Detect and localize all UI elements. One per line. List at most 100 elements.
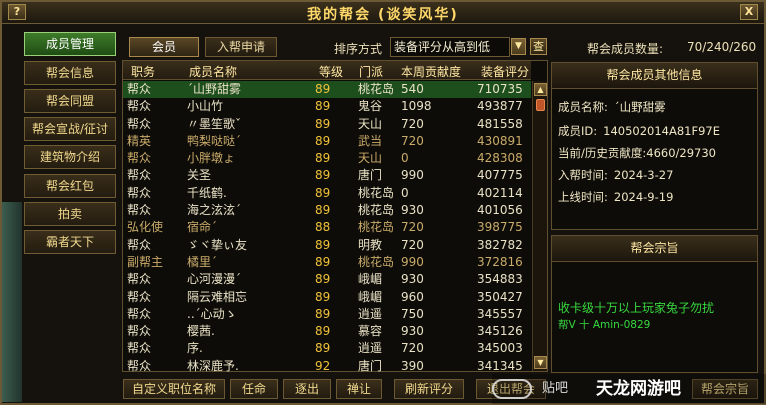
table-row[interactable]: 帮众 樱茜. 89 慕容 930 345126 xyxy=(123,323,531,340)
sidebar-item-guild-info[interactable]: 帮会信息 xyxy=(24,61,116,85)
member-contribution: 540 xyxy=(401,82,424,96)
table-row[interactable]: 副帮主 橘里ˊ 89 桃花岛 990 372816 xyxy=(123,254,531,271)
expel-button[interactable]: 逐出 xyxy=(283,379,331,399)
member-info-title: 帮会成员其他信息 xyxy=(552,63,757,89)
table-row[interactable]: 帮众 〃墨笙歌ˇ 89 天山 720 481558 xyxy=(123,116,531,133)
custom-position-name-button[interactable]: 自定义职位名称 xyxy=(123,379,225,399)
table-header: 职务 成员名称 等级 门派 本周贡献度 装备评分 xyxy=(123,61,531,80)
refresh-score-button[interactable]: 刷新评分 xyxy=(394,379,464,399)
table-row[interactable]: 帮众 序. 89 逍遥 720 345003 xyxy=(123,340,531,357)
guild-window: ? 我的帮会 (谈笑风华) X 成员管理 帮会信息 帮会同盟 帮会宣战/征讨 建… xyxy=(0,0,766,405)
table-row[interactable]: 帮众 ˊ山野甜雾 89 桃花岛 540 710735 xyxy=(123,81,531,99)
member-level: 89 xyxy=(315,151,331,166)
member-name: ..ˊ心动ゝ xyxy=(187,306,237,321)
member-name: 橘里ˊ xyxy=(187,254,218,269)
member-sect: 唐门 xyxy=(358,358,383,373)
member-name: 隔云难相忘 xyxy=(187,289,248,304)
table-row[interactable]: 帮众 ..ˊ心动ゝ 89 逍遥 750 345557 xyxy=(123,306,531,323)
sidebar-item-buildings[interactable]: 建筑物介绍 xyxy=(24,145,116,169)
table-scrollbar[interactable]: ▲ ▼ xyxy=(532,81,547,371)
table-row[interactable]: 帮众 ゞヾ挚ぃ友 89 明教 720 382782 xyxy=(123,237,531,254)
column-header-contribution[interactable]: 本周贡献度 xyxy=(401,63,461,80)
abdicate-button[interactable]: 禅让 xyxy=(336,379,382,399)
table-row[interactable]: 帮众 林深鹿予. 92 唐门 390 341345 xyxy=(123,358,531,375)
table-row[interactable]: 帮众 千纸鹤. 89 桃花岛 0 402114 xyxy=(123,185,531,202)
scroll-down-icon[interactable]: ▼ xyxy=(534,356,547,369)
tab-members[interactable]: 会员 xyxy=(129,37,199,57)
sidebar-item-guild-alliance[interactable]: 帮会同盟 xyxy=(24,89,116,113)
member-count-label: 帮会成员数量: xyxy=(587,42,664,56)
member-sect: 峨嵋 xyxy=(358,272,383,287)
column-header-score[interactable]: 装备评分 xyxy=(481,63,529,80)
member-score: 350427 xyxy=(477,289,523,304)
member-sect: 天山 xyxy=(358,151,383,166)
member-level: 89 xyxy=(315,306,331,321)
sidebar-item-overlord[interactable]: 霸者天下 xyxy=(24,230,116,254)
column-header-position[interactable]: 职务 xyxy=(131,63,155,80)
column-header-level[interactable]: 等级 xyxy=(319,63,343,80)
tab-join-requests[interactable]: 入帮申请 xyxy=(205,37,277,57)
info-join-time: 入帮时间: 2024-3-27 xyxy=(558,168,674,182)
member-count-value: 70/240/260 xyxy=(687,40,757,54)
member-score: 710735 xyxy=(477,82,523,96)
info-member-id: 成员ID: 140502014A81F97E xyxy=(558,124,720,138)
member-position: 帮众 xyxy=(127,99,152,114)
member-sect: 峨嵋 xyxy=(358,289,383,304)
member-name: 小山竹 xyxy=(187,99,224,114)
member-level: 89 xyxy=(315,237,331,252)
tieba-logo-icon xyxy=(492,379,532,399)
info-online-time: 上线时间: 2024-9-19 xyxy=(558,190,674,204)
member-info-panel: 帮会成员其他信息 成员名称: ˊ山野甜雾 成员ID: 140502014A81F97… xyxy=(551,62,758,230)
guild-motto-text: 收卡级十万以上玩家兔子勿扰 帮V 十 Amin-0829 xyxy=(558,300,750,334)
close-button[interactable]: X xyxy=(740,4,758,20)
member-score: 382782 xyxy=(477,237,523,252)
member-level: 89 xyxy=(315,99,331,114)
table-row[interactable]: 帮众 隔云难相忘 89 峨嵋 960 350427 xyxy=(123,289,531,306)
sort-select[interactable]: 装备评分从高到低 xyxy=(390,37,510,57)
member-level: 89 xyxy=(315,185,331,200)
table-row[interactable]: 弘化使 宿命ˊ 88 桃花岛 720 398775 xyxy=(123,219,531,236)
member-sect: 唐门 xyxy=(358,168,383,183)
table-row[interactable]: 帮众 心河漫漫ˊ 89 峨嵋 930 354883 xyxy=(123,271,531,288)
column-header-name[interactable]: 成员名称 xyxy=(189,63,237,80)
scroll-up-icon[interactable]: ▲ xyxy=(534,83,547,96)
member-name: 千纸鹤. xyxy=(187,185,227,200)
sidebar-nav: 成员管理 帮会信息 帮会同盟 帮会宣战/征讨 建筑物介绍 帮会红包 拍卖 霸者天… xyxy=(24,32,116,382)
member-contribution: 1098 xyxy=(401,99,432,114)
member-name: ゞヾ挚ぃ友 xyxy=(187,237,248,252)
scroll-thumb[interactable] xyxy=(536,99,545,111)
appoint-button[interactable]: 任命 xyxy=(230,379,278,399)
table-row[interactable]: 精英 鸭梨哒哒ˊ 89 武当 720 430891 xyxy=(123,133,531,150)
search-button[interactable]: 查 xyxy=(530,38,547,55)
member-contribution: 390 xyxy=(401,358,424,373)
member-table: 职务 成员名称 等级 门派 本周贡献度 装备评分 帮众 ˊ山野甜雾 89 桃花岛 540… xyxy=(122,60,548,375)
member-position: 副帮主 xyxy=(127,254,164,269)
sidebar-item-member-management[interactable]: 成员管理 xyxy=(24,32,116,56)
member-score: 430891 xyxy=(477,133,523,148)
member-score: 345003 xyxy=(477,341,523,356)
sidebar-item-auction[interactable]: 拍卖 xyxy=(24,202,116,226)
chevron-down-icon[interactable]: ▼ xyxy=(511,38,526,55)
member-contribution: 960 xyxy=(401,289,424,304)
member-position: 帮众 xyxy=(127,237,152,252)
member-position: 帮众 xyxy=(127,168,152,183)
member-contribution: 720 xyxy=(401,341,424,356)
member-contribution: 990 xyxy=(401,168,424,183)
member-sect: 桃花岛 xyxy=(358,203,395,218)
member-name: 关圣 xyxy=(187,168,212,183)
table-row[interactable]: 帮众 小胖墩ょ 89 天山 0 428308 xyxy=(123,150,531,167)
member-level: 89 xyxy=(315,116,331,131)
guild-motto-title: 帮会宗旨 xyxy=(552,236,757,262)
table-row[interactable]: 帮众 关圣 89 唐门 990 407775 xyxy=(123,167,531,184)
info-member-name: 成员名称: ˊ山野甜雾 xyxy=(558,100,666,114)
sidebar-item-red-envelope[interactable]: 帮会红包 xyxy=(24,174,116,198)
table-row[interactable]: 帮众 海之泫泫ˊ 89 桃花岛 930 401056 xyxy=(123,202,531,219)
window-title: 我的帮会 (谈笑风华) xyxy=(307,7,459,23)
member-contribution: 0 xyxy=(401,151,409,166)
column-header-sect[interactable]: 门派 xyxy=(359,63,383,80)
member-name: 小胖墩ょ xyxy=(187,151,236,166)
member-contribution: 750 xyxy=(401,306,424,321)
table-row[interactable]: 帮众 小山竹 89 鬼谷 1098 493877 xyxy=(123,98,531,115)
member-contribution: 720 xyxy=(401,133,424,148)
sidebar-item-guild-war[interactable]: 帮会宣战/征讨 xyxy=(24,117,116,141)
